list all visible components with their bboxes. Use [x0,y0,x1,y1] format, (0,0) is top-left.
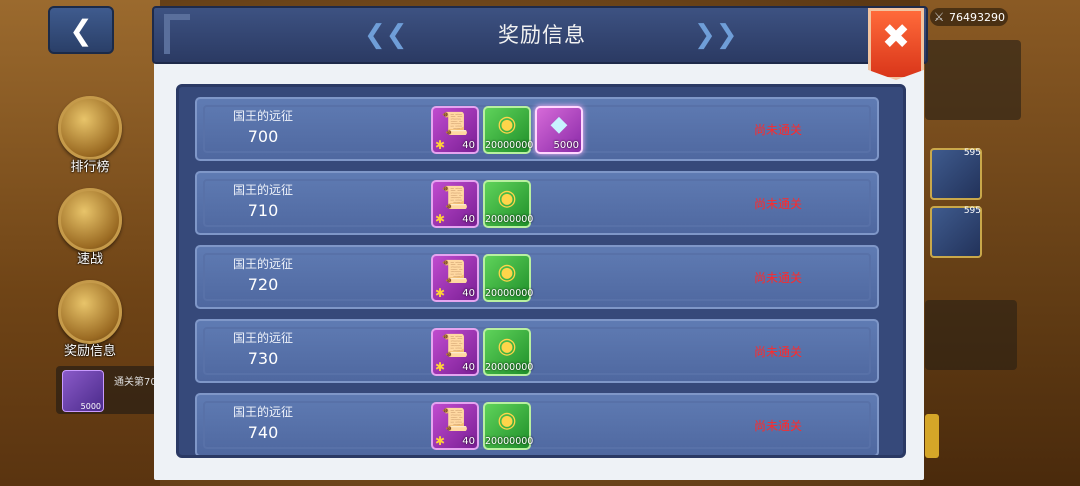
stage-level: 720 [247,275,279,294]
reward-preview-card[interactable]: 5000 通关第70 军团可领 [56,366,166,414]
scroll-icon: 📜 [441,408,469,433]
item-quantity: 40 [462,288,475,299]
stage-name: 国王的远征 [232,109,293,123]
stage-name: 国王的远征 [232,405,293,419]
double-chevron-right-icon[interactable]: ❯❯ [694,22,738,48]
item-quantity: 40 [462,362,475,373]
stage-level: 710 [247,201,279,220]
scroll-fragment-item[interactable]: 📜 ✱ 40 [431,328,479,376]
chevron-left-icon: ❮ [69,13,93,47]
right-panel-lower [925,300,1017,370]
close-icon: ✖ [881,17,911,57]
side-menu-label: 速战 [76,252,103,267]
gem-icon: 5000 [62,370,104,412]
stage-level: 700 [247,127,279,146]
status-label: 尚未通关 [753,271,802,285]
status-label: 尚未通关 [753,197,802,211]
reward-list-panel[interactable]: 国王的远征 700 📜 ✱ 40 ◉ 20000000 ◆ 5000 尚未通关 国王的远征 710 📜 ✱… [176,84,906,458]
reward-items: 📜 ✱ 40 ◉ 20000000 ◆ 5000 [431,106,583,154]
currency-value: 76493290 [949,10,1005,24]
hero-portrait[interactable]: 595 [930,148,982,200]
gold-coin-icon: ◉ [497,186,517,211]
side-menu-reward-info[interactable]: 奖励信息 [52,280,128,359]
gold-coin-item[interactable]: ◉ 20000000 [483,328,534,376]
side-menu-label: 排行榜 [70,160,110,175]
hero-portrait[interactable]: 595 [930,206,982,258]
double-chevron-left-icon[interactable]: ❮❮ [364,22,408,48]
stage-name: 国王的远征 [232,331,293,345]
reward-list: 国王的远征 700 📜 ✱ 40 ◉ 20000000 ◆ 5000 尚未通关 国王的远征 710 📜 ✱… [195,97,879,455]
puzzle-piece-icon: ✱ [435,212,446,226]
gold-coin-icon: ◉ [497,112,517,137]
stage-name: 国王的远征 [232,183,293,197]
reward-items: 📜 ✱ 40 ◉ 20000000 [431,402,534,450]
scroll-fragment-item[interactable]: 📜 ✱ 40 [431,402,479,450]
scroll-icon: 📜 [441,112,469,137]
leaderboard-icon [58,96,122,160]
gem-quantity: 5000 [80,402,101,411]
back-button[interactable]: ❮ [48,6,114,54]
item-quantity: 20000000 [485,140,534,151]
reward-items: 📜 ✱ 40 ◉ 20000000 [431,328,534,376]
reward-row: 国王的远征 740 📜 ✱ 40 ◉ 20000000 尚未通关 [195,393,879,455]
right-panel [925,40,1021,120]
quick-battle-icon [58,188,122,252]
stage-level: 730 [247,349,279,368]
reward-row: 国王的远征 710 📜 ✱ 40 ◉ 20000000 尚未通关 [195,171,879,235]
scroll-fragment-item[interactable]: 📜 ✱ 40 [431,106,479,154]
status-label: 尚未通关 [753,123,802,137]
gold-coin-item[interactable]: ◉ 20000000 [483,180,534,228]
gold-coin-item[interactable]: ◉ 20000000 [483,106,534,154]
gold-coin-item[interactable]: ◉ 20000000 [483,402,534,450]
currency-display: ⚔ 76493290 [930,8,1008,26]
modal-title: 奖励信息 [498,23,586,47]
reward-items: 📜 ✱ 40 ◉ 20000000 [431,254,534,302]
side-menu-label: 奖励信息 [63,344,116,359]
reward-row: 国王的远征 730 📜 ✱ 40 ◉ 20000000 尚未通关 [195,319,879,383]
puzzle-piece-icon: ✱ [435,360,446,374]
gold-coin-icon: ◉ [497,334,517,359]
item-quantity: 20000000 [485,436,534,447]
stage-name: 国王的远征 [232,257,293,271]
item-quantity: 5000 [553,140,579,151]
reward-row: 国王的远征 720 📜 ✱ 40 ◉ 20000000 尚未通关 [195,245,879,309]
scroll-icon: 📜 [441,334,469,359]
hero-level: 595 [963,148,981,158]
reward-info-modal: 国王的远征 700 📜 ✱ 40 ◉ 20000000 ◆ 5000 尚未通关 国王的远征 710 📜 ✱… [152,6,928,480]
scroll-fragment-item[interactable]: 📜 ✱ 40 [431,180,479,228]
scroll-fragment-item[interactable]: 📜 ✱ 40 [431,254,479,302]
modal-header: 奖励信息 ❮❮ ❯❯ [152,6,928,64]
gold-coin-icon: ◉ [497,408,517,433]
reward-chest-icon [58,280,122,344]
stage-level: 740 [247,423,279,442]
gold-coin-item[interactable]: ◉ 20000000 [483,254,534,302]
puzzle-piece-icon: ✱ [435,434,446,448]
scroll-icon: 📜 [441,260,469,285]
diamond-item[interactable]: ◆ 5000 [535,106,583,154]
item-quantity: 20000000 [485,362,534,373]
item-quantity: 20000000 [485,214,534,225]
scroll-icon: 📜 [441,186,469,211]
status-label: 尚未通关 [753,419,802,433]
puzzle-piece-icon: ✱ [435,138,446,152]
hero-level: 595 [963,206,981,216]
close-button[interactable]: ✖ [868,8,924,80]
reward-row: 国王的远征 700 📜 ✱ 40 ◉ 20000000 ◆ 5000 尚未通关 [195,97,879,161]
modal-body: 国王的远征 700 📜 ✱ 40 ◉ 20000000 ◆ 5000 尚未通关 国王的远征 710 📜 ✱… [154,62,924,480]
side-menu-quick-battle[interactable]: 速战 [52,188,128,267]
puzzle-piece-icon: ✱ [435,286,446,300]
gold-coin-icon: ◉ [497,260,517,285]
side-menu-leaderboard[interactable]: 排行榜 [52,96,128,175]
diamond-icon: ◆ [550,112,568,137]
item-quantity: 40 [462,214,475,225]
item-quantity: 20000000 [485,288,534,299]
crossed-swords-icon: ⚔ [933,10,945,24]
item-quantity: 40 [462,140,475,151]
status-label: 尚未通关 [753,345,802,359]
reward-items: 📜 ✱ 40 ◉ 20000000 [431,180,534,228]
reward-preview-text: 通关第70 军团可领 [114,377,154,388]
item-quantity: 40 [462,436,475,447]
